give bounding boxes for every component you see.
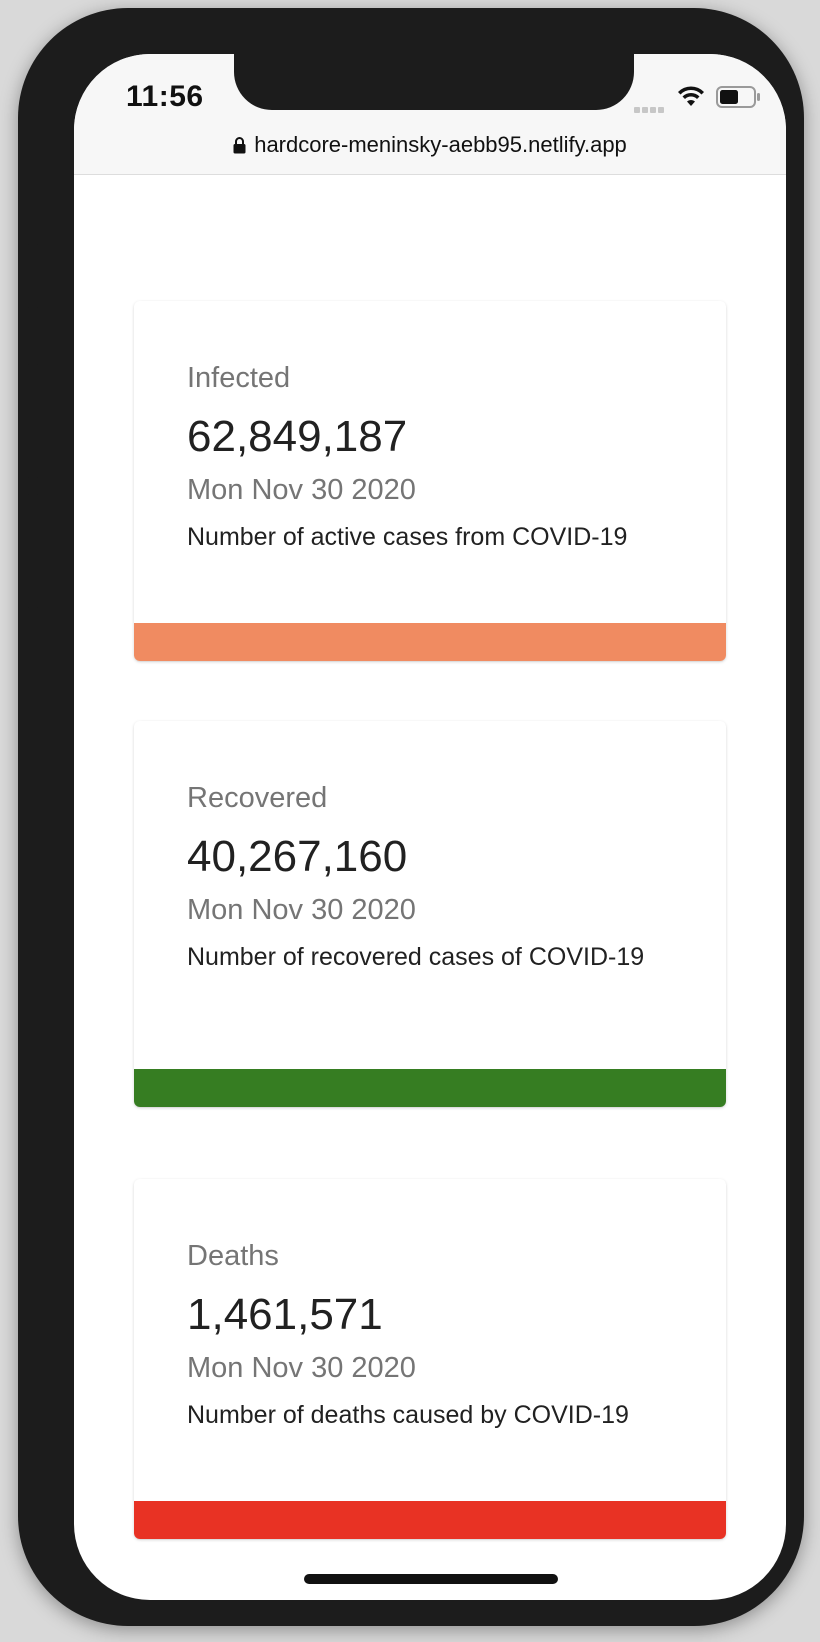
notch (234, 54, 634, 110)
card-title: Deaths (187, 1240, 279, 1272)
screen: 11:56 hardcore-meninsky-aebb95.netlify.a… (74, 54, 786, 1600)
mute-switch (26, 244, 40, 308)
card-title: Recovered (187, 782, 328, 814)
lock-icon (233, 137, 246, 154)
card-date: Mon Nov 30 2020 (187, 1352, 416, 1384)
battery-icon (716, 86, 760, 108)
signal-dots-icon (634, 100, 668, 113)
volume-down-button (26, 494, 40, 608)
deaths-card: Deaths 1,461,571 Mon Nov 30 2020 Number … (134, 1179, 726, 1539)
phone-frame: 11:56 hardcore-meninsky-aebb95.netlify.a… (18, 8, 804, 1626)
power-button (786, 364, 800, 554)
recovered-color-bar (134, 1069, 726, 1107)
wifi-icon (678, 86, 704, 106)
infected-color-bar (134, 623, 726, 661)
card-description: Number of active cases from COVID-19 (187, 523, 628, 551)
home-indicator[interactable] (304, 1574, 558, 1584)
card-value: 1,461,571 (187, 1290, 383, 1339)
url-text: hardcore-meninsky-aebb95.netlify.app (254, 132, 627, 157)
volume-up-button (26, 364, 40, 478)
recovered-card: Recovered 40,267,160 Mon Nov 30 2020 Num… (134, 721, 726, 1107)
card-date: Mon Nov 30 2020 (187, 474, 416, 506)
card-description: Number of recovered cases of COVID-19 (187, 943, 645, 971)
card-date: Mon Nov 30 2020 (187, 894, 416, 926)
card-description: Number of deaths caused by COVID-19 (187, 1401, 629, 1429)
address-bar[interactable]: hardcore-meninsky-aebb95.netlify.app (74, 128, 786, 162)
card-value: 40,267,160 (187, 832, 408, 881)
deaths-color-bar (134, 1501, 726, 1539)
status-time: 11:56 (126, 80, 204, 113)
card-value: 62,849,187 (187, 412, 408, 461)
infected-card: Infected 62,849,187 Mon Nov 30 2020 Numb… (134, 301, 726, 661)
card-title: Infected (187, 362, 291, 394)
